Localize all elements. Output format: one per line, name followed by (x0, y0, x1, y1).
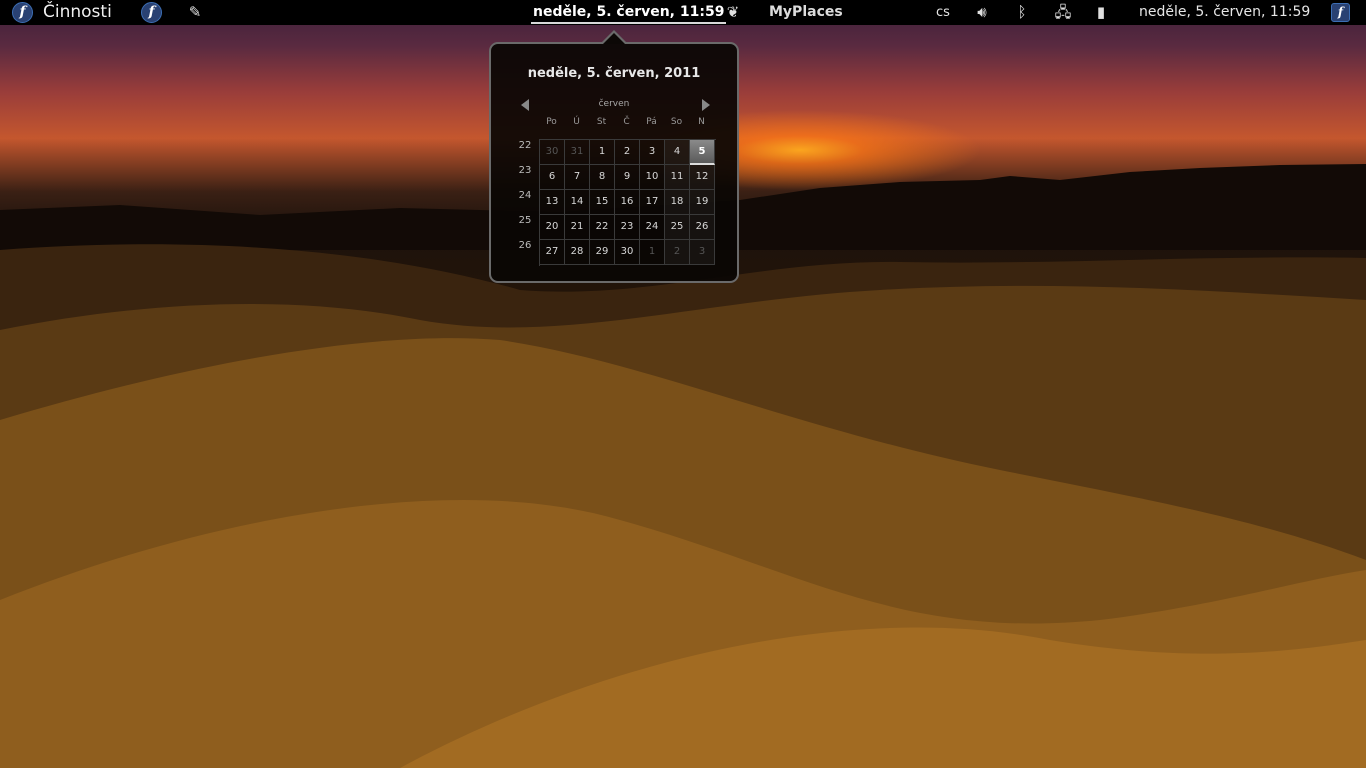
top-panel: f Činnosti f ✎ neděle, 5. červen, 11:59 … (0, 0, 1366, 25)
calendar-day[interactable]: 16 (615, 190, 640, 215)
calendar-day[interactable]: 3 (690, 240, 715, 265)
calendar-day[interactable]: 14 (565, 190, 590, 215)
user-menu-icon[interactable]: f (1331, 3, 1350, 22)
calendar-header-date: neděle, 5. červen, 2011 (527, 66, 701, 81)
calendar-grid: 30 31 1 2 3 4 5 6 7 8 9 10 11 12 13 14 1… (539, 139, 716, 266)
calendar-day[interactable]: 2 (615, 140, 640, 165)
weekday-label: Pá (646, 117, 657, 127)
calendar-day[interactable]: 23 (615, 215, 640, 240)
calendar-day[interactable]: 11 (665, 165, 690, 190)
calendar-day[interactable]: 1 (640, 240, 665, 265)
calendar-day[interactable]: 19 (690, 190, 715, 215)
calendar-day[interactable]: 17 (640, 190, 665, 215)
calendar-day[interactable]: 7 (565, 165, 590, 190)
volume-icon[interactable]: 🔊︎ (971, 0, 993, 25)
week-number: 25 (518, 215, 532, 226)
calendar-day[interactable]: 18 (665, 190, 690, 215)
calendar-day[interactable]: 30 (615, 240, 640, 265)
next-month-icon[interactable] (702, 99, 710, 111)
calendar-day[interactable]: 28 (565, 240, 590, 265)
clock-label[interactable]: neděle, 5. červen, 11:59 (1139, 0, 1310, 25)
calendar-day[interactable]: 12 (690, 165, 715, 190)
fedora-app-icon[interactable]: f (141, 2, 162, 23)
calendar-day[interactable]: 30 (540, 140, 565, 165)
battery-icon[interactable]: ▮ (1091, 0, 1111, 25)
popup-arrow-inner (603, 33, 625, 44)
calendar-day[interactable]: 13 (540, 190, 565, 215)
clock-button[interactable]: neděle, 5. červen, 11:59 (530, 0, 727, 25)
weekday-label: St (596, 117, 607, 127)
myplaces-menu[interactable]: MyPlaces (769, 0, 843, 25)
weekday-header: Po Ú St Č Pá So N (539, 117, 715, 129)
calendar-day[interactable]: 21 (565, 215, 590, 240)
bluetooth-icon[interactable]: ᛒ (1012, 0, 1032, 25)
calendar-day[interactable]: 20 (540, 215, 565, 240)
pen-icon[interactable]: ✎ (184, 0, 206, 25)
week-number: 22 (518, 140, 532, 151)
gnome-foot-icon[interactable]: ❦ (723, 0, 743, 25)
calendar-day[interactable]: 3 (640, 140, 665, 165)
calendar-day[interactable]: 29 (590, 240, 615, 265)
network-icon[interactable]: 🖧︎ (1052, 0, 1074, 25)
calendar-day[interactable]: 2 (665, 240, 690, 265)
calendar-day[interactable]: 10 (640, 165, 665, 190)
calendar-day[interactable]: 1 (590, 140, 615, 165)
week-number: 26 (518, 240, 532, 251)
calendar-day[interactable]: 15 (590, 190, 615, 215)
calendar-day[interactable]: 31 (565, 140, 590, 165)
week-number: 23 (518, 165, 532, 176)
calendar-day[interactable]: 27 (540, 240, 565, 265)
calendar-day[interactable]: 24 (640, 215, 665, 240)
calendar-day[interactable]: 25 (665, 215, 690, 240)
calendar-popup: neděle, 5. červen, 2011 červen Po Ú St Č… (489, 42, 739, 283)
calendar-day-today[interactable]: 5 (690, 140, 715, 165)
week-number: 24 (518, 190, 532, 201)
calendar-day[interactable]: 22 (590, 215, 615, 240)
calendar-day[interactable]: 4 (665, 140, 690, 165)
weekday-label: Č (623, 117, 630, 127)
keyboard-layout-indicator[interactable]: cs (936, 0, 950, 25)
calendar-day[interactable]: 9 (615, 165, 640, 190)
fedora-logo-icon[interactable]: f (12, 2, 33, 23)
weekday-label: N (698, 117, 705, 127)
month-label: červen (598, 99, 630, 109)
calendar-day[interactable]: 8 (590, 165, 615, 190)
weekday-label: So (670, 117, 683, 127)
calendar-day[interactable]: 26 (690, 215, 715, 240)
weekday-label: Ú (573, 117, 580, 127)
calendar-day[interactable]: 6 (540, 165, 565, 190)
weekday-label: Po (546, 117, 557, 127)
activities-button[interactable]: Činnosti (43, 0, 112, 25)
